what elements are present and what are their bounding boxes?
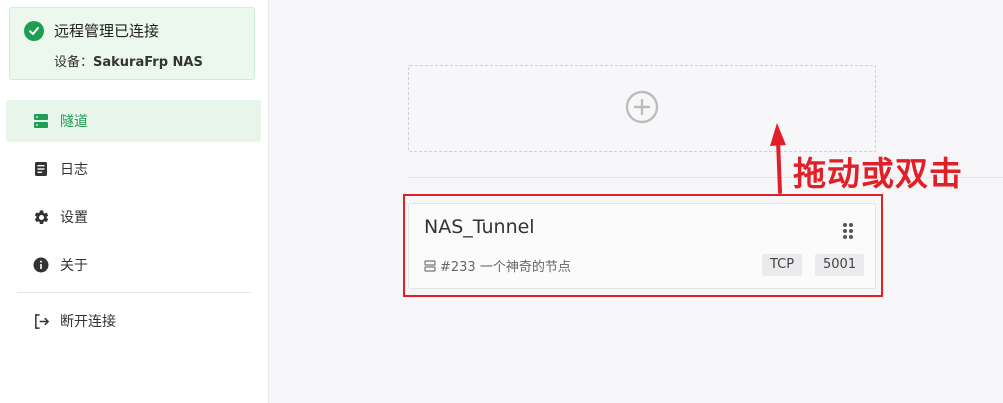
info-icon <box>32 256 50 274</box>
protocol-tag: TCP <box>762 254 803 276</box>
device-name: SakuraFrp NAS <box>93 55 203 70</box>
connection-status-card: 远程管理已连接 设备：SakuraFrp NAS <box>9 7 255 80</box>
tunnel-node-text: #233 一个神奇的节点 <box>440 260 571 275</box>
tunnel-name: NAS_Tunnel <box>424 216 535 238</box>
status-device: 设备：SakuraFrp NAS <box>54 51 203 70</box>
disconnect-label: 断开连接 <box>60 314 116 330</box>
add-tunnel-drop-zone[interactable] <box>408 65 876 152</box>
nav-item-tunnels[interactable]: 隧道 <box>6 100 261 142</box>
nav-label-about: 关于 <box>60 258 88 274</box>
disconnect-button[interactable]: 断开连接 <box>17 300 261 342</box>
node-server-icon <box>424 259 436 272</box>
nav-item-settings[interactable]: 设置 <box>17 196 261 238</box>
drag-handle-icon[interactable] <box>841 222 855 240</box>
nav-item-logs[interactable]: 日志 <box>17 148 261 190</box>
tunnel-card[interactable]: NAS_Tunnel #233 一个神奇的节点 TCP 5001 <box>408 203 876 289</box>
device-label: 设备： <box>54 55 94 70</box>
check-circle-icon <box>24 21 44 41</box>
port-tag: 5001 <box>815 254 865 276</box>
server-icon <box>32 112 50 130</box>
nav-item-about[interactable]: 关于 <box>17 244 261 286</box>
nav-label-logs: 日志 <box>60 162 88 178</box>
main-panel: NAS_Tunnel #233 一个神奇的节点 TCP 5001 <box>269 0 1003 403</box>
log-icon <box>32 160 50 178</box>
plus-circle-icon <box>625 90 659 128</box>
tunnel-node: #233 一个神奇的节点 <box>424 256 571 275</box>
nav-label-tunnels: 隧道 <box>60 114 88 130</box>
logout-icon <box>32 312 50 330</box>
sidebar: 远程管理已连接 设备：SakuraFrp NAS 隧道 日志 设置 关于 断开连… <box>0 0 269 403</box>
gear-icon <box>32 208 50 226</box>
nav-divider <box>17 292 252 293</box>
status-title: 远程管理已连接 <box>54 22 160 40</box>
nav-label-settings: 设置 <box>60 210 88 226</box>
annotation-text: 拖动或双击 <box>793 154 963 193</box>
